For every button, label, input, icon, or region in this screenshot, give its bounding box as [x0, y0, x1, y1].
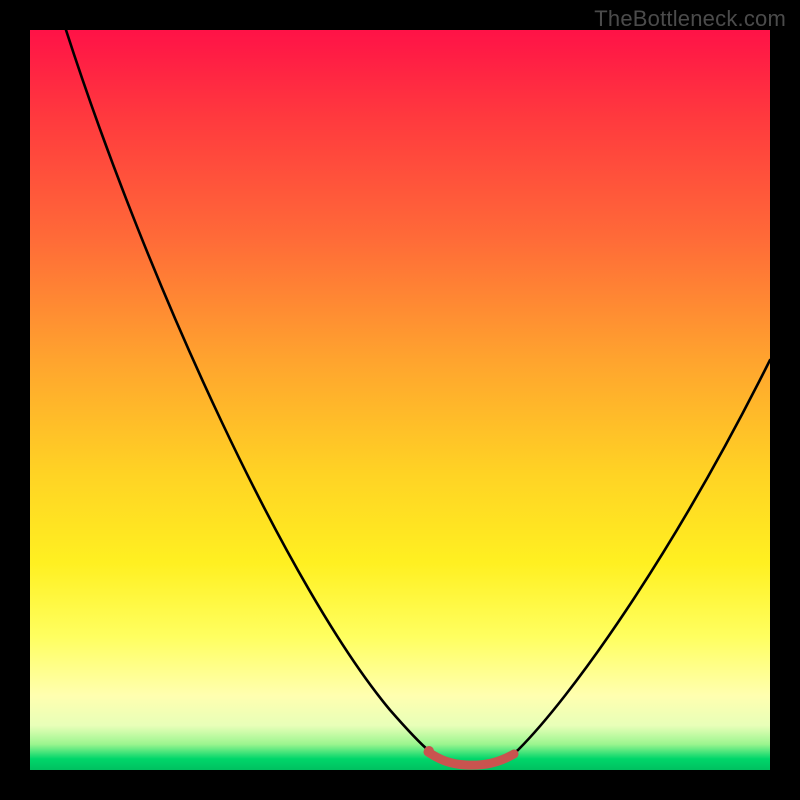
trough-dot-left: [424, 746, 434, 756]
curve-svg: [30, 30, 770, 770]
chart-frame: TheBottleneck.com: [0, 0, 800, 800]
watermark-text: TheBottleneck.com: [594, 6, 786, 32]
bottleneck-curve: [66, 30, 770, 766]
trough-dot-right: [510, 750, 518, 758]
trough-marker: [428, 752, 514, 765]
plot-area: [30, 30, 770, 770]
